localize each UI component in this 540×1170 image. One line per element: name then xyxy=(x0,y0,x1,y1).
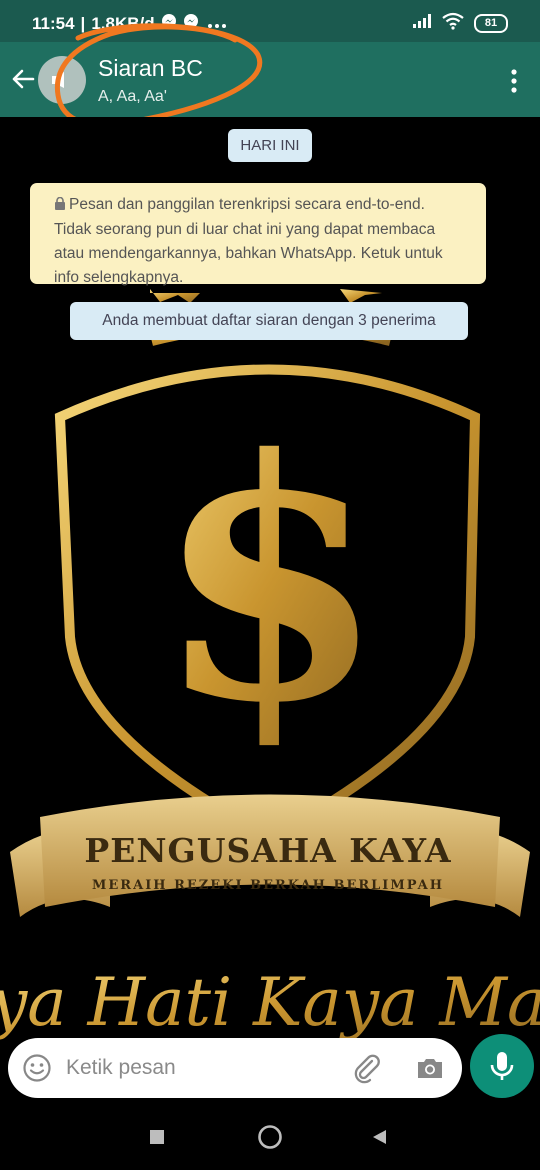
wifi-icon xyxy=(442,12,464,35)
messenger-icon-2 xyxy=(183,13,199,34)
encryption-line-2: Tidak seorang pun di luar chat ini yang … xyxy=(54,221,436,238)
system-nav-bar xyxy=(0,1110,540,1170)
mic-button[interactable] xyxy=(470,1034,534,1098)
status-bar: 11:54 | 1,8KB/d 81 xyxy=(0,0,540,42)
dollar-symbol: $ xyxy=(155,387,385,775)
signal-icon xyxy=(412,13,432,34)
status-time: 11:54 xyxy=(32,13,75,33)
system-message: Anda membuat daftar siaran dengan 3 pene… xyxy=(70,302,468,340)
encryption-line-4: info selengkapnya. xyxy=(54,269,184,286)
home-button[interactable] xyxy=(257,1124,283,1155)
message-input[interactable]: Ketik pesan xyxy=(66,1056,176,1080)
microphone-icon xyxy=(490,1052,514,1080)
emoji-button[interactable] xyxy=(22,1053,52,1083)
encryption-line-1: Pesan dan panggilan terenkripsi secara e… xyxy=(69,196,425,213)
emoji-icon xyxy=(23,1054,51,1082)
lock-icon xyxy=(54,194,66,218)
more-notifications-icon xyxy=(207,14,227,34)
camera-icon xyxy=(418,1059,442,1078)
chat-header: Siaran BC A, Aa, Aa' xyxy=(0,42,540,117)
triangle-back-icon xyxy=(373,1130,386,1144)
chat-title[interactable]: Siaran BC xyxy=(98,55,203,82)
chat-subtitle[interactable]: A, Aa, Aa' xyxy=(98,88,167,106)
wallpaper-script-text: ya Hati Kaya Manfa xyxy=(0,964,540,1041)
message-input-box[interactable]: Ketik pesan xyxy=(8,1038,462,1098)
more-vertical-icon xyxy=(511,69,517,93)
encryption-line-3: atau mendengarkannya, bahkan WhatsApp. K… xyxy=(54,245,443,262)
recents-button[interactable] xyxy=(148,1128,166,1151)
battery-indicator: 81 xyxy=(474,14,508,33)
messenger-icon xyxy=(161,13,177,34)
attach-button[interactable] xyxy=(351,1052,383,1084)
date-chip: HARI INI xyxy=(228,129,312,162)
avatar[interactable] xyxy=(38,56,86,104)
banner-title: PENGUSAHA KAYA xyxy=(84,831,451,870)
banner-subtitle: MERAIH REZEKI BERKAH BERLIMPAH xyxy=(92,878,444,893)
camera-button[interactable] xyxy=(414,1052,446,1084)
broadcast-icon xyxy=(52,72,64,88)
chat-area[interactable]: $ PENGUSAHA KAYA MERAIH REZEKI BERKAH BE… xyxy=(0,117,540,1170)
back-nav-button[interactable] xyxy=(370,1128,388,1151)
encryption-notice[interactable]: Pesan dan panggilan terenkripsi secara e… xyxy=(30,183,486,286)
more-options-button[interactable] xyxy=(504,64,524,98)
square-icon xyxy=(150,1130,164,1144)
back-button[interactable] xyxy=(6,62,40,96)
circle-icon xyxy=(258,1125,282,1149)
arrow-left-icon xyxy=(12,69,35,89)
paperclip-icon xyxy=(354,1054,380,1084)
network-speed: 1,8KB/d xyxy=(91,13,155,33)
